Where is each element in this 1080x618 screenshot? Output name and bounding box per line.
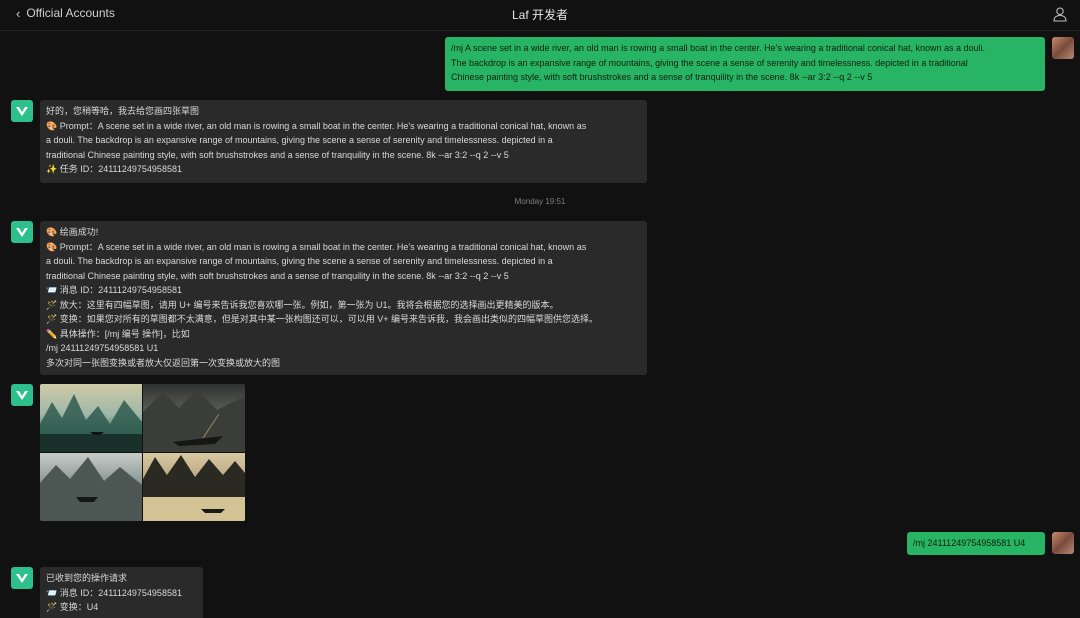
user-profile-icon[interactable] [1052,6,1068,22]
generated-image-grid[interactable] [40,384,245,521]
message-line: 多次对同一张图变换或者放大仅返回第一次变换或放大的图 [46,357,281,368]
message-line: ✨ 任务 ID：24111249754958581 [46,164,182,174]
message-line: The backdrop is an expansive range of mo… [451,57,968,68]
message-timestamp: Monday 19:51 [514,197,566,206]
chat-title: Laf 开发者 [511,8,569,22]
user-avatar[interactable] [1052,532,1074,554]
laf-logo-icon[interactable] [11,384,33,406]
message-line: 🎨 Prompt：A scene set in a wide river, an… [46,241,587,252]
image-tile[interactable] [40,384,142,452]
user-message-bubble[interactable]: /mj A scene set in a wide river, an old … [445,37,1045,91]
laf-logo-icon[interactable] [11,100,33,122]
user-message-bubble[interactable]: /mj 24111249754958581 U4 [907,532,1045,555]
message-line: 🪄 放大：这里有四幅草图，请用 U+ 编号来告诉我您喜欢哪一张。例如，第一张为 … [46,299,559,310]
message-line: 🪄 变换：U4 [46,602,99,612]
image-tile[interactable] [40,453,142,521]
message-line: ✏️ 具体操作：[/mj 编号 操作]，比如 [46,328,190,339]
message-line: /mj 24111249754958581 U1 [46,343,159,353]
message-line: 🎨 Prompt：A scene set in a wide river, an… [46,120,587,131]
message-line: 已收到您的操作请求 [46,573,128,583]
message-line: /mj A scene set in a wide river, an old … [451,43,986,53]
message-line: 好的，您稍等哈，我去给您画四张草图 [46,106,200,116]
bot-message-bubble[interactable]: 好的，您稍等哈，我去给您画四张草图 🎨 Prompt：A scene set i… [40,100,647,183]
laf-logo-icon[interactable] [11,567,33,589]
message-line: traditional Chinese painting style, with… [46,149,509,160]
header-divider [0,30,1080,31]
message-text: /mj 24111249754958581 U4 [913,538,1026,548]
message-line: 📨 消息 ID：24111249754958581 [46,285,182,295]
image-tile[interactable] [143,384,245,452]
user-avatar[interactable] [1052,37,1074,59]
message-line: 📨 消息 ID：24111249754958581 [46,587,182,598]
message-line: traditional Chinese painting style, with… [46,270,509,281]
message-line: 🎨 绘画成功! [46,227,99,237]
bot-message-bubble[interactable]: 🎨 绘画成功! 🎨 Prompt：A scene set in a wide r… [40,221,647,375]
message-line: a douli. The backdrop is an expansive ra… [46,135,553,145]
image-tile[interactable] [143,453,245,521]
top-bar: ‹ Official Accounts Laf 开发者 [0,0,1080,30]
laf-logo-icon[interactable] [11,221,33,243]
message-line: Chinese painting style, with soft brushs… [451,72,873,82]
bot-message-bubble[interactable]: 已收到您的操作请求 📨 消息 ID：24111249754958581 🪄 变换… [40,567,203,618]
message-line: a douli. The backdrop is an expansive ra… [46,256,553,266]
message-line: 🪄 变换：如果您对所有的草图都不太满意，但是对其中某一张构图还可以，可以用 V+… [46,314,598,324]
